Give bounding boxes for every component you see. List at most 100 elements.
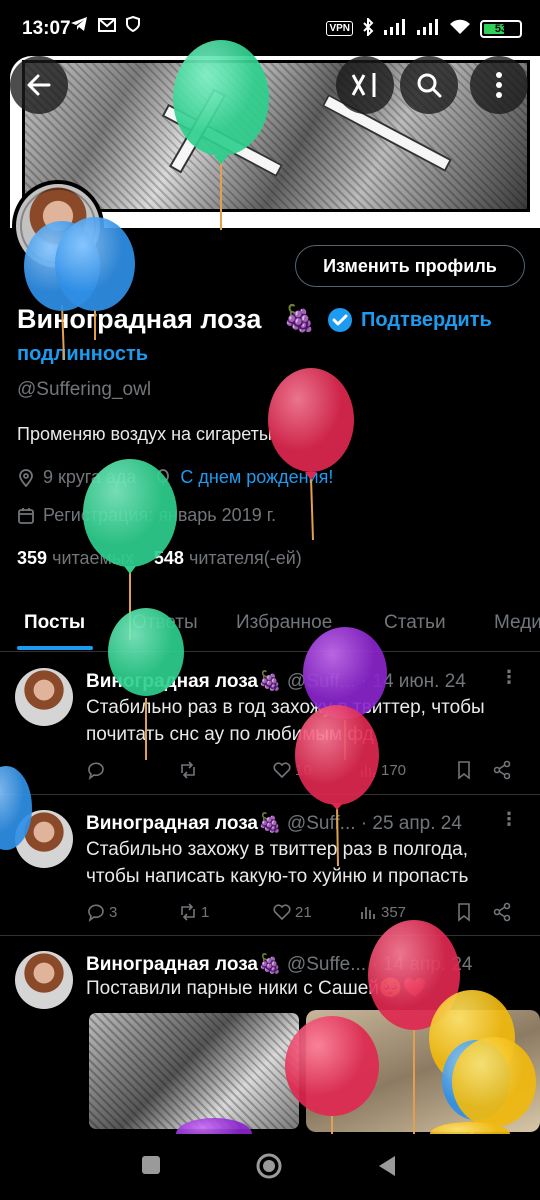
repost-icon xyxy=(181,903,195,921)
repost-button[interactable] xyxy=(178,760,201,780)
tweet[interactable]: Виноградная лоза🍇 @Suff... · 25 апр. 24 … xyxy=(0,796,540,936)
share-icon xyxy=(493,902,511,922)
verified-badge-icon xyxy=(328,308,352,332)
search-icon xyxy=(417,73,442,98)
back-nav-button[interactable] xyxy=(376,1154,398,1178)
like-count: 10 xyxy=(295,761,312,779)
followers-link[interactable]: 548 читателя(-ей) xyxy=(154,548,302,568)
repost-button[interactable]: 1 xyxy=(178,902,209,922)
active-tab-indicator xyxy=(17,646,93,650)
share-button[interactable] xyxy=(492,902,512,922)
profile-bio: Променяю воздух на сигареты xyxy=(17,424,272,444)
tab-articles[interactable]: Статьи xyxy=(384,612,446,634)
arrow-left-icon xyxy=(27,74,51,96)
bluetooth-icon xyxy=(362,16,374,39)
signal-icon-1 xyxy=(383,19,407,38)
following-link[interactable]: 359 читаемых xyxy=(17,548,134,568)
tweet-date: · 14 июн. 24 xyxy=(360,671,466,692)
like-count: 21 xyxy=(295,903,312,921)
tweet-more-button[interactable]: ⋮ xyxy=(500,667,518,688)
more-options-button[interactable] xyxy=(470,56,528,114)
tweet-image[interactable] xyxy=(86,1010,302,1132)
system-nav-bar xyxy=(0,1134,540,1200)
birthday-link[interactable]: С днем рождения! xyxy=(180,467,333,488)
views-button[interactable]: 170 xyxy=(358,760,406,780)
battery-level: 53 xyxy=(494,22,508,35)
reply-count: 3 xyxy=(109,903,118,921)
reply-button[interactable] xyxy=(86,760,109,780)
tweet-avatar[interactable] xyxy=(15,668,73,726)
bookmark-icon xyxy=(458,761,470,780)
tweet-author[interactable]: Виноградная лоза🍇 xyxy=(86,813,282,834)
tweet-more-button[interactable]: ⋮ xyxy=(500,809,518,830)
home-button[interactable] xyxy=(255,1152,283,1180)
views-button[interactable]: 357 xyxy=(358,902,406,922)
profile-meta-row: 9 круга ада С днем рождения! xyxy=(17,467,333,488)
more-vertical-icon xyxy=(496,72,502,98)
vpn-badge: VPN xyxy=(326,21,353,36)
profile-avatar[interactable] xyxy=(12,180,104,272)
grok-icon xyxy=(351,73,376,97)
tweet-text-line: почитать снс ау по любимым фд xyxy=(86,724,374,745)
location-icon xyxy=(19,468,33,487)
tab-media[interactable]: Медиа xyxy=(494,612,540,634)
tweet-text-line: Стабильно раз в год захожу в твиттер, чт… xyxy=(86,697,485,718)
tweet-author[interactable]: Виноградная лоза🍇 xyxy=(86,954,282,975)
tweet-header: Виноградная лоза🍇 @Suff... · 25 апр. 24 xyxy=(86,811,462,835)
tweet-handle: @Suff... xyxy=(286,813,356,834)
back-button[interactable] xyxy=(10,56,68,114)
following-count: 359 xyxy=(17,548,48,568)
recents-button[interactable] xyxy=(140,1154,162,1176)
follow-counts: 359 читаемых 548 читателя(-ей) xyxy=(17,548,302,569)
tweet-author[interactable]: Виноградная лоза🍇 xyxy=(86,671,282,692)
tweet-handle: @Suff... xyxy=(286,671,356,692)
views-count: 170 xyxy=(381,761,407,779)
profile-tabs: Посты Ответы Избранное Статьи Медиа xyxy=(0,596,540,652)
tab-posts[interactable]: Посты xyxy=(24,612,85,634)
search-button[interactable] xyxy=(400,56,458,114)
edit-profile-button[interactable]: Изменить профиль xyxy=(295,245,525,287)
reply-button[interactable]: 3 xyxy=(86,902,117,922)
profile-joined-row: Регистрация: январь 2019 г. xyxy=(17,505,276,526)
calendar-icon xyxy=(18,507,34,524)
balloon-red xyxy=(268,368,354,541)
shield-icon xyxy=(126,15,140,38)
verify-link-continued[interactable]: подлинность xyxy=(17,343,148,366)
tweet[interactable]: Виноградная лоза🍇 @Suff... · 14 июн. 24 … xyxy=(0,653,540,795)
balloon-icon xyxy=(157,468,170,486)
tab-highlights[interactable]: Избранное xyxy=(236,612,332,634)
wifi-icon xyxy=(449,19,471,38)
tweet-text-line: Стабильно захожу в твиттер раз в полгода… xyxy=(86,839,469,860)
tweet-avatar[interactable] xyxy=(15,951,73,1009)
share-icon xyxy=(493,760,511,780)
telegram-icon xyxy=(70,16,88,38)
profile-joined: Регистрация: январь 2019 г. xyxy=(43,505,277,525)
tweet-avatar[interactable] xyxy=(15,810,73,868)
profile-handle: @Suffering_owl xyxy=(17,379,152,400)
name-emoji: 🍇 xyxy=(283,303,316,333)
tweet-date: · 25 апр. 24 xyxy=(360,813,462,834)
status-system-icons: VPN 53 xyxy=(326,16,522,39)
grok-button[interactable] xyxy=(336,56,394,114)
reply-icon xyxy=(88,904,104,922)
profile-name: Виноградная лоза xyxy=(17,304,262,334)
verify-link[interactable]: Подтвердить xyxy=(361,309,492,332)
bookmark-button[interactable] xyxy=(454,760,474,780)
like-button[interactable]: 10 xyxy=(272,760,312,780)
status-time: 13:07 xyxy=(22,18,71,39)
tweet-image[interactable] xyxy=(306,1010,540,1132)
email-icon xyxy=(98,16,116,38)
tweet-text-line: чтобы написать какую-то хуйню и пропасть xyxy=(86,866,469,887)
tweet-text: Стабильно раз в год захожу в твиттер, чт… xyxy=(86,694,526,748)
like-button[interactable]: 21 xyxy=(272,902,312,922)
tab-replies[interactable]: Ответы xyxy=(132,612,198,634)
share-button[interactable] xyxy=(492,760,512,780)
followers-label: читателя(-ей) xyxy=(188,548,302,568)
status-bar: 13:07 VPN 53 xyxy=(0,0,540,56)
bookmark-button[interactable] xyxy=(454,902,474,922)
followers-count: 548 xyxy=(153,548,184,568)
tweet-text: Поставили парные ники с Сашей🥺❤️ xyxy=(86,975,526,1002)
tweet-text-line: Поставили парные ники с Сашей🥺❤️ xyxy=(86,978,427,999)
repost-count: 1 xyxy=(201,903,210,921)
repost-icon xyxy=(181,761,195,779)
